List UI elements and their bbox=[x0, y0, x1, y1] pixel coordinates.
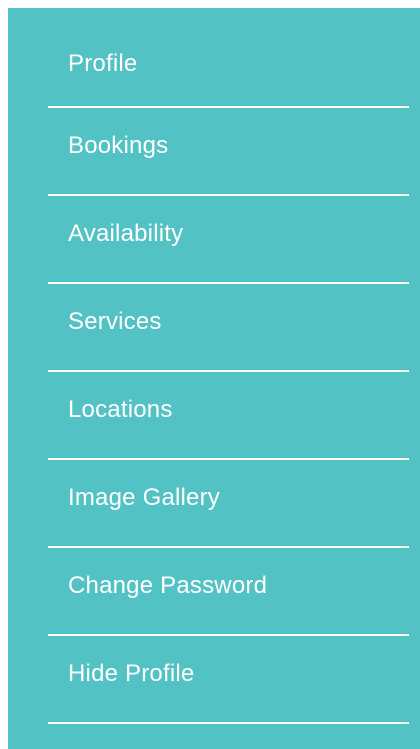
sidebar-item-label: Change Password bbox=[68, 572, 268, 599]
sidebar-item-label: Hide Profile bbox=[68, 660, 195, 687]
sidebar-item-locations[interactable]: Locations bbox=[48, 372, 409, 460]
sidebar-item-change-password[interactable]: Change Password bbox=[48, 548, 409, 636]
account-sidebar: Profile Bookings Availability Services L… bbox=[8, 8, 420, 749]
sidebar-item-label: Profile bbox=[68, 50, 138, 77]
sidebar-item-image-gallery[interactable]: Image Gallery bbox=[48, 460, 409, 548]
sidebar-item-hide-profile[interactable]: Hide Profile bbox=[48, 636, 409, 724]
sidebar-item-services[interactable]: Services bbox=[48, 284, 409, 372]
sidebar-item-bookings[interactable]: Bookings bbox=[48, 108, 409, 196]
sidebar-item-availability[interactable]: Availability bbox=[48, 196, 409, 284]
sidebar-item-label: Locations bbox=[68, 396, 173, 423]
sidebar-menu: Profile Bookings Availability Services L… bbox=[48, 32, 409, 724]
sidebar-item-label: Services bbox=[68, 308, 162, 335]
sidebar-item-profile[interactable]: Profile bbox=[48, 32, 409, 108]
sidebar-item-label: Bookings bbox=[68, 132, 169, 159]
sidebar-item-label: Image Gallery bbox=[68, 484, 220, 511]
sidebar-item-label: Availability bbox=[68, 220, 184, 247]
